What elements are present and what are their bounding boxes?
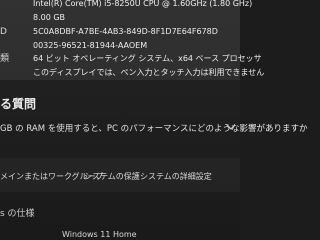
ram-value: 8.00 GB: [33, 13, 66, 22]
related-links-bar: メインまたはワークグループ システムの保護 システムの詳細設定: [0, 158, 240, 192]
spec-row-pen-touch: このディスプレイでは、ペン入力とタッチ入力は利用できません: [0, 66, 264, 80]
spec-label: 類: [0, 54, 10, 64]
edition-row: Windows 11 Home: [0, 228, 240, 240]
faq-question-ram[interactable]: GB の RAM を使用すると、PC のパフォーマンスにどのような影響があります…: [0, 122, 308, 134]
windows-spec-heading: s の仕様: [0, 209, 35, 219]
pen-touch-value: このディスプレイでは、ペン入力とタッチ入力は利用できません: [33, 68, 265, 77]
spec-row-processor: Intel(R) Core(TM) i5-8250U CPU @ 1.60GHz…: [0, 0, 252, 11]
spec-row-device-id: D 5C0A8DBF-A7BE-4AB3-849D-8F1D7E64F678D: [0, 25, 240, 39]
device-id-value: 5C0A8DBF-A7BE-4AB3-849D-8F1D7E64F678D: [33, 27, 218, 36]
spec-row-product-id: 00325-96521-81944-AAOEM: [0, 39, 240, 53]
faq-heading: る質問: [0, 97, 37, 111]
spec-label: D: [0, 27, 7, 37]
spec-row-system-type: 類 64 ビット オペレーティング システム、x64 ベース プロセッサ: [0, 52, 262, 66]
system-protection-link[interactable]: システムの保護: [84, 171, 140, 182]
advanced-system-settings-link[interactable]: システムの詳細設定: [140, 171, 212, 182]
spec-row-ram: 8.00 GB: [0, 11, 240, 25]
system-type-value: 64 ビット オペレーティング システム、x64 ベース プロセッサ: [33, 54, 262, 63]
device-spec-panel: Intel(R) Core(TM) i5-8250U CPU @ 1.60GHz…: [0, 0, 264, 80]
processor-value: Intel(R) Core(TM) i5-8250U CPU @ 1.60GHz…: [33, 0, 253, 8]
chevron-down-icon[interactable]: [224, 120, 238, 134]
product-id-value: 00325-96521-81944-AAOEM: [33, 41, 148, 50]
edition-value: Windows 11 Home: [62, 230, 137, 239]
